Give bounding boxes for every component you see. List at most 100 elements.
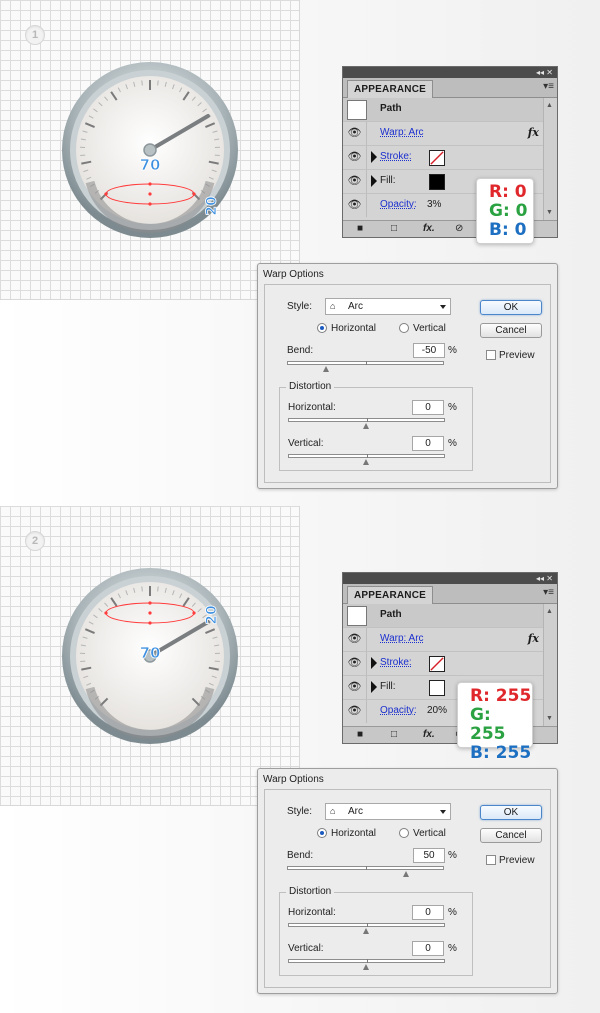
eye-icon[interactable]: 👁 <box>343 122 367 145</box>
add-stroke-icon[interactable]: ■ <box>357 223 363 234</box>
opacity-link[interactable]: Opacity: <box>380 705 417 716</box>
add-stroke-icon[interactable]: ■ <box>357 729 363 740</box>
anchor-point <box>104 611 108 615</box>
appearance-row-stroke[interactable]: 👁 Stroke: <box>343 146 545 170</box>
distortion-horizontal-thumb[interactable] <box>363 423 369 429</box>
eye-icon[interactable]: 👁 <box>343 194 367 217</box>
eye-icon[interactable]: 👁 <box>343 628 367 651</box>
bend-slider-thumb[interactable] <box>403 871 409 877</box>
distortion-vertical-slider[interactable] <box>288 454 445 458</box>
panel-collapse-icon[interactable]: ◂◂ ✕ <box>536 67 553 78</box>
appearance-row-stroke[interactable]: 👁 Stroke: <box>343 652 545 676</box>
fill-swatch[interactable] <box>429 680 445 696</box>
expand-triangle-icon[interactable] <box>371 681 377 693</box>
stroke-none-swatch[interactable] <box>429 656 445 672</box>
distortion-horizontal-slider[interactable] <box>288 418 445 422</box>
rgb-callout: R: 0 G: 0 B: 0 <box>476 178 534 244</box>
distortion-vertical-percent: % <box>448 943 457 954</box>
distortion-vertical-label: Vertical: <box>288 438 324 449</box>
scroll-down-icon[interactable]: ▼ <box>546 209 553 216</box>
distortion-horizontal-slider[interactable] <box>288 923 445 927</box>
distortion-horizontal-input[interactable]: 0 <box>412 400 444 415</box>
slider-center-tick <box>366 866 367 870</box>
add-fill-icon[interactable]: □ <box>391 729 397 740</box>
chevron-down-icon <box>440 810 446 814</box>
add-fill-icon[interactable]: □ <box>391 223 397 234</box>
ok-button[interactable]: OK <box>480 805 542 820</box>
eye-icon[interactable]: 👁 <box>343 170 367 193</box>
stroke-link[interactable]: Stroke: <box>380 657 412 668</box>
expand-triangle-icon[interactable] <box>371 657 377 669</box>
eye-icon[interactable]: 👁 <box>343 676 367 699</box>
distortion-horizontal-label: Horizontal: <box>288 907 336 918</box>
stroke-link[interactable]: Stroke: <box>380 151 412 162</box>
cancel-button[interactable]: Cancel <box>480 828 542 843</box>
bend-slider[interactable] <box>287 866 444 870</box>
tab-appearance[interactable]: APPEARANCE <box>347 586 434 604</box>
cancel-button[interactable]: Cancel <box>480 323 542 338</box>
anchor-point <box>148 192 152 196</box>
eye-icon[interactable]: 👁 <box>343 146 367 169</box>
panel-menu-icon[interactable]: ▾≡ <box>543 587 554 599</box>
bend-slider-thumb[interactable] <box>323 366 329 372</box>
fx-icon[interactable]: fx <box>528 126 539 139</box>
style-select[interactable]: ⌂ Arc <box>325 298 451 315</box>
expand-triangle-icon[interactable] <box>371 151 377 163</box>
tab-appearance[interactable]: APPEARANCE <box>347 80 434 98</box>
slider-center-tick <box>367 923 368 927</box>
rgb-red-value: R: 0 <box>489 182 527 202</box>
distortion-horizontal-thumb[interactable] <box>363 928 369 934</box>
scroll-down-icon[interactable]: ▼ <box>546 715 553 722</box>
clear-icon[interactable]: ⊘ <box>455 223 463 234</box>
dialog-title: Warp Options <box>263 269 324 280</box>
fx-icon[interactable]: fx <box>528 632 539 645</box>
add-effect-icon[interactable]: fx. <box>423 223 435 234</box>
bend-input[interactable]: -50 <box>413 343 445 358</box>
add-effect-icon[interactable]: fx. <box>423 729 435 740</box>
eye-icon[interactable]: 👁 <box>343 652 367 675</box>
appearance-row-warp[interactable]: 👁 Warp: Arc fx <box>343 628 545 652</box>
fill-swatch[interactable] <box>429 174 445 190</box>
horizontal-radio[interactable] <box>317 323 327 333</box>
distortion-horizontal-input[interactable]: 0 <box>412 905 444 920</box>
distortion-vertical-percent: % <box>448 438 457 449</box>
bend-label: Bend: <box>287 850 314 861</box>
vertical-radio[interactable] <box>399 323 409 333</box>
bend-percent: % <box>448 345 457 356</box>
vertical-radio[interactable] <box>399 828 409 838</box>
warp-effect-link[interactable]: Warp: Arc <box>380 127 424 138</box>
preview-checkbox[interactable] <box>486 350 496 360</box>
appearance-row-path[interactable]: Path <box>343 604 545 628</box>
horizontal-radio[interactable] <box>317 828 327 838</box>
panel-menu-icon[interactable]: ▾≡ <box>543 81 554 93</box>
panel-collapse-icon[interactable]: ◂◂ ✕ <box>536 573 553 584</box>
bend-input[interactable]: 50 <box>413 848 445 863</box>
opacity-link[interactable]: Opacity: <box>380 199 417 210</box>
slider-center-tick <box>367 454 368 458</box>
distortion-group: Distortion Horizontal: 0 % Vertical: 0 % <box>279 886 473 976</box>
preview-checkbox[interactable] <box>486 855 496 865</box>
distortion-vertical-thumb[interactable] <box>363 459 369 465</box>
style-select-value: Arc <box>348 301 363 312</box>
eye-icon[interactable]: 👁 <box>343 700 367 723</box>
gauge-tick <box>141 80 143 86</box>
anchor-point <box>148 611 152 615</box>
scroll-up-icon[interactable]: ▲ <box>546 608 553 615</box>
dialog-body: Style: ⌂ Arc Horizontal Vertical Bend: 50… <box>264 789 551 988</box>
panel-scrollbar[interactable]: ▲ ▼ <box>543 604 557 726</box>
distortion-vertical-input[interactable]: 0 <box>412 436 444 451</box>
warp-effect-link[interactable]: Warp: Arc <box>380 633 424 644</box>
distortion-vertical-input[interactable]: 0 <box>412 941 444 956</box>
expand-triangle-icon[interactable] <box>371 175 377 187</box>
appearance-row-path[interactable]: Path <box>343 98 545 122</box>
panel-scrollbar[interactable]: ▲ ▼ <box>543 98 557 220</box>
distortion-vertical-thumb[interactable] <box>363 964 369 970</box>
appearance-row-warp[interactable]: 👁 Warp: Arc fx <box>343 122 545 146</box>
distortion-horizontal-percent: % <box>448 402 457 413</box>
distortion-vertical-slider[interactable] <box>288 959 445 963</box>
stroke-none-swatch[interactable] <box>429 150 445 166</box>
scroll-up-icon[interactable]: ▲ <box>546 102 553 109</box>
ok-button[interactable]: OK <box>480 300 542 315</box>
style-select[interactable]: ⌂ Arc <box>325 803 451 820</box>
bend-slider[interactable] <box>287 361 444 365</box>
